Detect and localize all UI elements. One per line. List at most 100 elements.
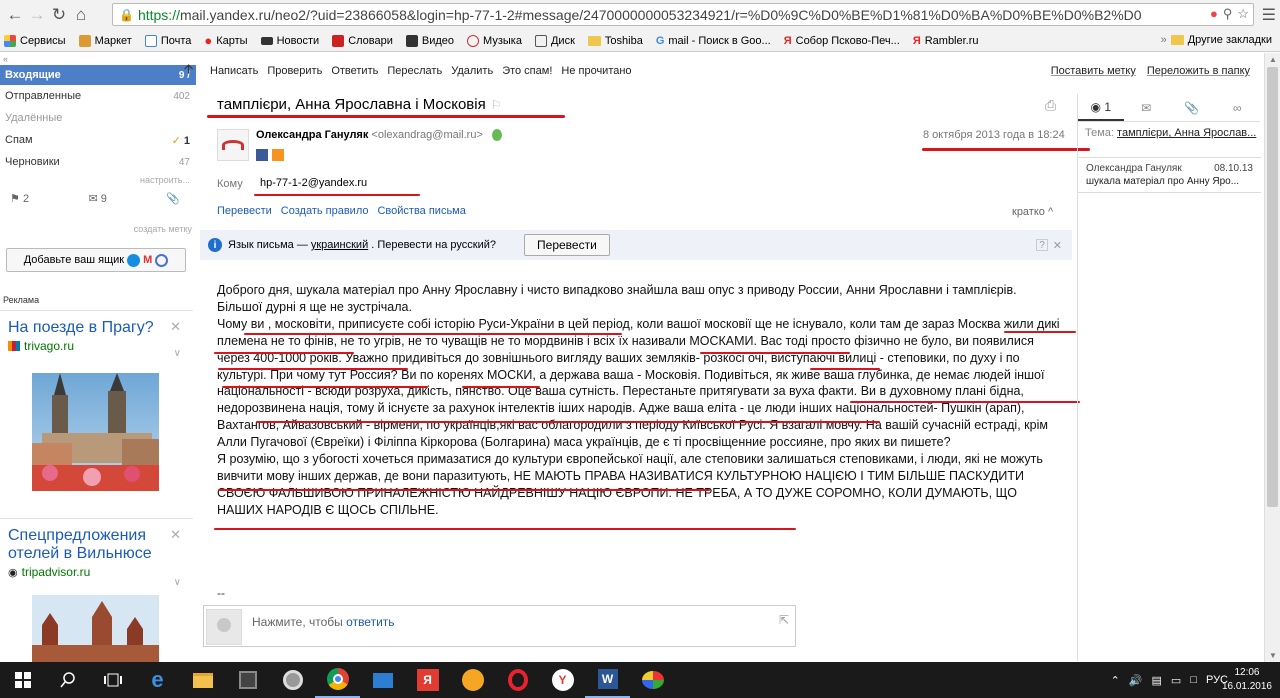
network-icon[interactable]: ▤ [1152,674,1162,687]
create-rule-link[interactable]: Создать правило [281,205,369,217]
facebook-icon[interactable] [256,149,268,161]
to-recipient[interactable]: hp-77-1-2@yandex.ru [260,177,367,189]
expand-icon[interactable]: ⇱ [779,613,789,627]
scrollbar-thumb[interactable] [1267,67,1278,507]
bookmark-services[interactable]: Сервисы [4,34,66,47]
taskbar-clock[interactable]: 12:06 16.01.2016 [1222,666,1272,694]
close-icon[interactable]: ✕ [1053,239,1062,252]
move-to-folder-button[interactable]: Переложить в папку [1147,65,1250,77]
translate-link[interactable]: Перевести [217,205,272,217]
mark-unread-button[interactable]: Не прочитано [561,65,631,77]
bookmark-video[interactable]: Видео [405,34,454,47]
sender-info[interactable]: Олександра Гануляк <olexandrag@mail.ru> [256,129,502,142]
explorer-icon[interactable] [180,662,225,698]
star-icon[interactable]: ☆ [1237,6,1249,22]
add-mailbox-button[interactable]: Добавьте ваш ящик M [6,248,186,272]
thread-message-item[interactable]: Олександра Гануляк 08.10.13 шукала матер… [1078,157,1261,193]
app-icon[interactable] [270,662,315,698]
store-icon[interactable] [225,662,270,698]
folder-inbox[interactable]: Входящие 9 / [0,65,196,85]
bookmark-news[interactable]: Новости [260,35,319,47]
reply-prompt[interactable]: Нажмите, чтобы ответить [252,615,395,629]
chevron-up-icon[interactable]: ⌃ [1111,674,1120,687]
arrow-up-icon[interactable]: 🡩 [184,60,193,82]
notifications-icon[interactable]: □ [1190,674,1197,686]
collapse-icon[interactable]: « [3,54,8,64]
tab-thread[interactable]: ◉ 1 [1078,94,1124,121]
bookmark-google-search[interactable]: Gmail - Поиск в Goo... [656,35,771,47]
task-view-icon[interactable] [90,662,135,698]
close-ad-icon[interactable]: ✕ [170,319,181,335]
ad-title[interactable]: На поезде в Прагу? [0,311,170,337]
bookmark-mail[interactable]: Почта [144,34,191,47]
sender-email[interactable]: <olexandrag@mail.ru> [371,129,482,141]
menu-icon[interactable]: ☰ [1262,5,1276,25]
flagged-filter[interactable]: ⚑ 2 [10,192,29,205]
game-icon[interactable] [450,662,495,698]
mail-app-icon[interactable] [360,662,405,698]
quick-reply-box[interactable]: Нажмите, чтобы ответить ⇱ [203,605,796,647]
folder-sent[interactable]: Отправленные 402 [0,86,196,106]
scroll-up-icon[interactable]: ▲ [1269,55,1277,64]
home-icon[interactable]: ⌂ [70,4,92,26]
back-icon[interactable]: ← [4,4,26,26]
word-icon[interactable]: W [585,662,630,698]
bookmark-dictionaries[interactable]: Словари [332,34,393,47]
close-ad-icon[interactable]: ✕ [170,527,181,543]
paint-icon[interactable] [630,662,675,698]
scroll-down-icon[interactable]: ▼ [1269,651,1277,660]
delete-button[interactable]: Удалить [451,65,493,77]
reload-icon[interactable]: ↻ [48,4,70,26]
flag-icon[interactable]: ⚐ [491,98,502,112]
tab-links[interactable]: ∞ [1215,94,1261,121]
sender-name[interactable]: Олександра Гануляк [256,129,368,141]
tune-folders-link[interactable]: настроить... [140,175,190,185]
bookmark-rambler[interactable]: Я Rambler.ru [913,35,979,47]
folder-spam[interactable]: Спам ✓ 1 [0,130,196,150]
spam-button[interactable]: Это спам! [502,65,552,77]
chevron-down-icon[interactable]: ∨ [174,348,181,359]
folder-drafts[interactable]: Черновики 47 [0,152,196,172]
bookmark-market[interactable]: Маркет [78,34,132,47]
help-icon[interactable]: ? [1036,239,1048,251]
tab-attachments[interactable]: 📎 [1169,94,1215,121]
language-link[interactable]: украинский [311,239,368,251]
compose-button[interactable]: Написать [210,65,258,77]
volume-icon[interactable]: 🔊 [1129,674,1143,687]
bookmark-disk[interactable]: Диск [534,34,575,47]
create-label-link[interactable]: создать метку [134,224,192,234]
chevron-down-icon[interactable]: ∨ [174,577,181,588]
edge-icon[interactable]: e [135,662,180,698]
opera-icon[interactable] [495,662,540,698]
bookmark-music[interactable]: Музыка [467,34,522,47]
translate-button[interactable]: Перевести [524,234,610,256]
yandex-browser-icon[interactable]: Я [405,662,450,698]
reply-link[interactable]: ответить [346,615,394,629]
tab-messages[interactable]: ✉ [1124,94,1170,121]
extension-icon[interactable]: ● [1210,6,1218,22]
chrome-icon[interactable] [315,662,360,698]
unread-filter[interactable]: ✉ 9 [88,192,106,205]
yandex-icon[interactable]: Y [540,662,585,698]
address-bar[interactable]: 🔒 https:// mail.yandex.ru/neo2/?uid=2386… [112,3,1254,26]
broom-icon[interactable]: ✓ [172,135,181,147]
ad-vilnius[interactable]: Спецпредложения отелей в Вильнюсе ◉ tripa… [0,518,193,663]
print-icon[interactable]: ⎙ [1045,97,1056,114]
odnoklassniki-icon[interactable] [272,149,284,161]
set-label-button[interactable]: Поставить метку [1051,65,1136,77]
check-button[interactable]: Проверить [267,65,322,77]
forward-icon[interactable]: → [26,4,48,26]
ad-prague[interactable]: На поезде в Прагу? trivago.ru ✕ ∨ [0,310,193,535]
start-icon[interactable] [0,662,45,698]
attachment-icon[interactable]: 📎 [166,192,180,205]
ad-image-vilnius[interactable] [32,595,159,663]
folder-deleted[interactable]: Удалённые [0,108,196,128]
bookmark-maps[interactable]: ● Карты [204,33,247,48]
bookmark-cathedral[interactable]: Я Собор Псково-Печ... [784,35,900,47]
message-properties-link[interactable]: Свойства письма [377,205,465,217]
collapse-header-toggle[interactable]: кратко ^ [1012,206,1053,218]
search-icon[interactable]: ⚲ [1223,6,1233,22]
battery-icon[interactable]: ▭ [1171,674,1181,687]
ad-title[interactable]: Спецпредложения отелей в Вильнюсе [0,519,170,563]
page-scrollbar[interactable]: ▲ ▼ [1264,53,1280,662]
